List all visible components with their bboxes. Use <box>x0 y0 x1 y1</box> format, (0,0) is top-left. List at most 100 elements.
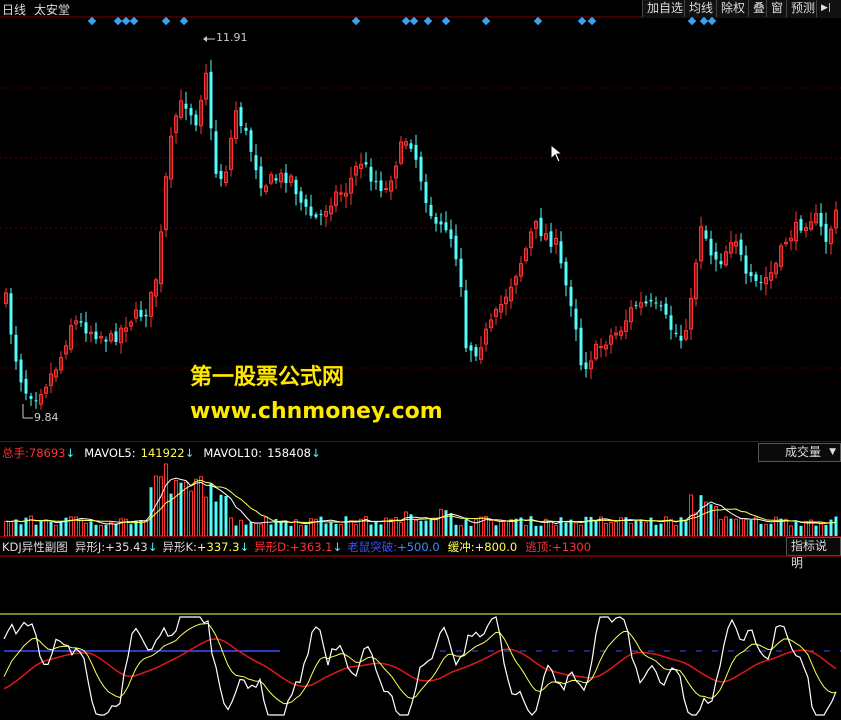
volume-bar <box>579 524 583 536</box>
candle-body <box>409 143 413 149</box>
candle-body <box>759 282 763 284</box>
indicator-name[interactable]: KDJ异性副图 <box>2 540 68 554</box>
candle-body <box>274 178 278 181</box>
candle-body <box>469 345 473 351</box>
down-arrow-icon: ↓ <box>311 446 321 460</box>
mavol10-value: 158408 <box>267 446 311 460</box>
volume-bar <box>199 476 203 536</box>
volume-header: 总手:78693↓ MAVOL5: 141922↓ MAVOL10: 15840… <box>0 443 321 461</box>
toolbar-button-1[interactable]: 均线 <box>684 0 718 17</box>
candle-body <box>284 172 288 184</box>
volume-bar <box>119 518 123 536</box>
candle-body <box>649 299 653 302</box>
volume-bar <box>669 518 673 536</box>
candle-body <box>104 339 108 342</box>
volume-bar <box>634 520 638 536</box>
candle-body <box>634 305 638 307</box>
volume-bar <box>374 521 378 536</box>
volume-bar <box>49 521 53 536</box>
volume-bar <box>399 522 403 536</box>
volume-bar <box>794 521 798 536</box>
volume-bar <box>34 524 38 536</box>
j-value: +35.43 <box>105 540 148 554</box>
candle-body <box>749 272 753 276</box>
candle-body <box>214 131 218 174</box>
skip-end-icon[interactable]: ▶| <box>816 0 841 17</box>
volume-bar <box>659 523 663 536</box>
candle-body <box>824 223 828 242</box>
toolbar-button-4[interactable]: 窗 <box>766 0 788 17</box>
d-value: +363.1 <box>289 540 333 554</box>
volume-bar <box>164 463 168 536</box>
down-arrow-icon: ↓ <box>332 540 343 554</box>
volume-bar <box>444 510 448 536</box>
indicator-chart[interactable] <box>0 555 841 720</box>
candle-body <box>704 230 708 239</box>
volume-bar <box>354 524 358 536</box>
volume-bar <box>334 523 338 536</box>
candle-body <box>414 144 418 160</box>
volume-bar <box>459 525 463 536</box>
volume-bar <box>214 501 218 536</box>
candle-body <box>549 231 553 247</box>
watermark-url: www.chnmoney.com <box>190 399 443 424</box>
signal-marker <box>121 16 131 26</box>
candle-body <box>364 162 368 165</box>
mouse-cursor-icon <box>550 144 564 163</box>
candle-body <box>474 347 478 357</box>
volume-bar <box>209 483 213 536</box>
volume-bar <box>834 516 838 536</box>
candle-body <box>424 181 428 204</box>
toolbar-button-2[interactable]: 除权 <box>716 0 750 17</box>
toolbar-button-5[interactable]: 预测 <box>786 0 820 17</box>
volume-bar <box>799 525 803 536</box>
signal-marker <box>179 16 189 26</box>
candle-body <box>209 71 213 129</box>
volume-bar <box>9 521 13 536</box>
k-label: 异形K: <box>162 540 197 554</box>
volume-bar <box>684 521 688 536</box>
candle-body <box>219 170 223 180</box>
volume-bar <box>194 478 198 536</box>
volume-bar <box>254 522 258 536</box>
toolbar-button-0[interactable]: 加自选 <box>642 0 688 17</box>
candle-body <box>254 155 258 171</box>
volume-bar <box>709 504 713 536</box>
volume-bar <box>129 524 133 536</box>
volume-bar <box>264 516 268 536</box>
volume-selector-label: 成交量 <box>785 445 822 459</box>
volume-bar <box>289 525 293 536</box>
price-chart[interactable] <box>0 0 841 440</box>
candle-body <box>419 156 423 182</box>
volume-bar <box>664 516 668 536</box>
candle-body <box>244 127 248 131</box>
candle-body <box>539 217 543 237</box>
volume-bar <box>464 519 468 536</box>
toolbar: 加自选 均线 除权叠窗预测 ▶| <box>0 0 841 18</box>
candle-body <box>94 331 98 340</box>
volume-bar <box>469 525 473 536</box>
candle-body <box>29 396 33 399</box>
volume-bar <box>19 524 23 536</box>
volume-bar <box>719 518 723 536</box>
candle-body <box>374 181 378 183</box>
volume-bar <box>39 520 43 536</box>
indicator-help-button[interactable]: 指标说明 <box>786 537 841 570</box>
volume-bar <box>734 518 738 536</box>
volume-bar <box>544 518 548 536</box>
volume-bar <box>474 518 478 536</box>
buffer-label: 缓冲: <box>447 540 475 554</box>
volume-bar <box>674 524 678 536</box>
volume-bar <box>239 519 243 536</box>
volume-bar <box>489 519 493 536</box>
d-label: 异形D: <box>254 540 290 554</box>
volume-bar <box>114 523 118 536</box>
volume-chart[interactable] <box>0 460 841 536</box>
volume-bar <box>784 518 788 536</box>
signal-marker <box>707 16 717 26</box>
volume-bar <box>319 516 323 536</box>
j-label: 异形J: <box>74 540 106 554</box>
candle-body <box>14 334 18 362</box>
volume-bar <box>824 525 828 536</box>
volume-bar <box>554 525 558 536</box>
